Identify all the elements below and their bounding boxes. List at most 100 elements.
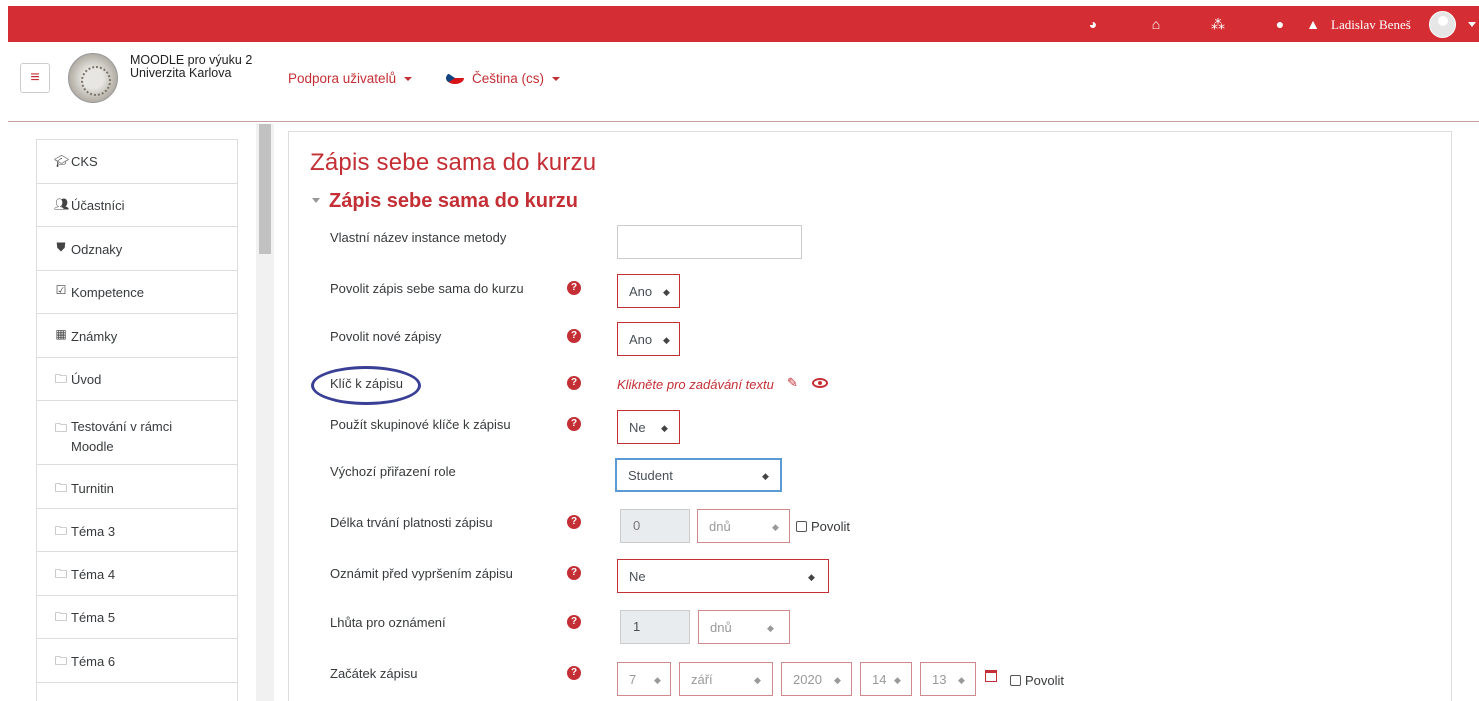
chat-icon[interactable]: ● xyxy=(1272,16,1288,32)
notify-select[interactable]: Ne ◆ xyxy=(617,559,829,593)
support-menu[interactable]: Podpora uživatelů xyxy=(288,71,413,86)
select-value: Student xyxy=(628,468,673,483)
chevron-down-icon xyxy=(552,77,561,82)
group-keys-select[interactable]: Ne ◆ xyxy=(617,410,680,444)
drawer-item-label: Známky xyxy=(71,329,118,344)
select-value: dnů xyxy=(709,519,731,534)
home-icon[interactable]: ⌂ xyxy=(1148,16,1164,32)
duration-input[interactable]: 0 xyxy=(620,509,690,543)
select-arrows-icon: ◆ xyxy=(663,287,670,297)
start-minute-select[interactable]: 13 ◆ xyxy=(920,662,976,696)
avatar[interactable] xyxy=(1429,11,1456,38)
drawer-item-badges[interactable]: ⛊ Odznaky xyxy=(37,227,237,271)
checkbox-box[interactable] xyxy=(796,521,807,532)
select-arrows-icon: ◆ xyxy=(754,675,761,685)
threshold-input[interactable]: 1 xyxy=(620,610,690,644)
start-year-select[interactable]: 2020 ◆ xyxy=(781,662,852,696)
eye-icon[interactable] xyxy=(812,378,828,388)
main-region xyxy=(288,131,1452,701)
select-value: 14 xyxy=(872,672,887,687)
instance-name-input[interactable] xyxy=(617,225,802,259)
start-hour-select[interactable]: 14 ◆ xyxy=(860,662,912,696)
help-icon[interactable]: ? xyxy=(567,329,581,343)
drawer-item-topic-6[interactable]: 🗀 Téma 6 xyxy=(37,639,237,683)
page-title: Zápis sebe sama do kurzu xyxy=(310,149,597,176)
duration-unit-select[interactable]: dnů ◆ xyxy=(697,509,790,543)
notify-label: Oznámit před vypršením zápisu xyxy=(330,566,513,581)
drawer-item-topic-4[interactable]: 🗀 Téma 4 xyxy=(37,552,237,596)
navbar: ≡ MOODLE pro výuku 2 Univerzita Karlova … xyxy=(8,42,1479,122)
section-title[interactable]: Zápis sebe sama do kurzu xyxy=(329,190,578,213)
language-menu[interactable]: Čeština (cs) xyxy=(446,71,561,86)
drawer-item-participants[interactable]: 👥︎ Účastníci xyxy=(37,184,237,227)
graduation-cap-icon: 🎓︎ xyxy=(54,154,70,168)
default-role-label: Výchozí přiřazení role xyxy=(330,464,456,479)
site-name[interactable]: MOODLE pro výuku 2 Univerzita Karlova xyxy=(130,54,252,80)
allow-new-select[interactable]: Ano ◆ xyxy=(617,322,680,356)
user-name[interactable]: Ladislav Beneš xyxy=(1331,17,1411,33)
allow-self-enrol-select[interactable]: Ano ◆ xyxy=(617,274,680,308)
folder-icon: 🗀 xyxy=(54,481,67,495)
help-icon[interactable]: ? xyxy=(567,376,581,390)
checkbox-box[interactable] xyxy=(1010,675,1021,686)
drawer-item-grades[interactable]: ▦ Známky xyxy=(37,314,237,358)
folder-icon: 🗀 xyxy=(54,421,67,435)
collapse-caret-icon[interactable] xyxy=(312,198,320,203)
drawer-item-label: Téma 4 xyxy=(71,567,116,582)
select-value: dnů xyxy=(710,620,732,635)
select-value: září xyxy=(691,672,713,687)
pencil-icon[interactable]: ✎ xyxy=(787,375,798,391)
select-arrows-icon: ◆ xyxy=(762,471,769,481)
folder-icon: 🗀 xyxy=(54,567,67,581)
drawer-item-label: Kompetence xyxy=(71,285,144,300)
drawer-item-testing[interactable]: 🗀 Testování v rámci Moodle xyxy=(37,401,237,465)
start-day-select[interactable]: 7 ◆ xyxy=(617,662,671,696)
calendar-icon[interactable] xyxy=(985,670,997,682)
drawer-item-topic-3[interactable]: 🗀 Téma 3 xyxy=(37,509,237,552)
drawer-item-label: CKS xyxy=(71,154,98,169)
select-arrows-icon: ◆ xyxy=(808,572,815,582)
drawer-item-label: Téma 5 xyxy=(71,610,116,625)
select-value: Ne xyxy=(629,569,646,584)
language-menu-label: Čeština (cs) xyxy=(472,71,545,86)
threshold-unit-select[interactable]: dnů ◆ xyxy=(698,610,790,644)
drawer-item-label: Téma 3 xyxy=(71,524,116,539)
hamburger-menu-button[interactable]: ≡ xyxy=(20,63,50,93)
folder-icon: 🗀 xyxy=(54,372,67,386)
default-role-select[interactable]: Student ◆ xyxy=(615,458,782,492)
drawer-item-intro[interactable]: 🗀 Úvod xyxy=(37,358,237,401)
checkbox-label: Povolit xyxy=(1025,673,1065,688)
allow-new-label: Povolit nové zápisy xyxy=(330,329,442,344)
select-arrows-icon: ◆ xyxy=(663,335,670,345)
threshold-label: Lhůta pro oznámení xyxy=(330,615,446,630)
start-label: Začátek zápisu xyxy=(330,666,418,681)
enrol-key-edit-link[interactable]: Klikněte pro zadávání textu xyxy=(617,377,774,392)
start-month-select[interactable]: září ◆ xyxy=(679,662,773,696)
start-enable-checkbox[interactable]: Povolit xyxy=(1010,673,1064,688)
users-icon: 👥︎ xyxy=(54,197,70,211)
bell-icon[interactable]: ▲ xyxy=(1305,16,1321,32)
cubes-icon[interactable]: ⁂ xyxy=(1210,16,1226,32)
dashboard-icon[interactable]: ◕ xyxy=(1085,16,1101,32)
help-icon[interactable]: ? xyxy=(567,615,581,629)
university-seal-logo[interactable] xyxy=(68,53,118,103)
help-icon[interactable]: ? xyxy=(567,281,581,295)
table-icon: ▦ xyxy=(55,327,67,341)
allow-self-enrol-label: Povolit zápis sebe sama do kurzu xyxy=(330,281,524,296)
drawer-item-competencies[interactable]: ☑ Kompetence xyxy=(37,271,237,314)
help-icon[interactable]: ? xyxy=(567,515,581,529)
select-value: 2020 xyxy=(793,672,822,687)
folder-icon: 🗀 xyxy=(54,524,67,538)
help-icon[interactable]: ? xyxy=(567,566,581,580)
instance-name-label: Vlastní název instance metody xyxy=(330,230,507,245)
duration-enable-checkbox[interactable]: Povolit xyxy=(796,519,850,534)
select-value: 13 xyxy=(932,672,947,687)
user-menu-caret-icon[interactable] xyxy=(1468,22,1476,27)
folder-icon: 🗀 xyxy=(54,610,67,624)
drawer-item-topic-5[interactable]: 🗀 Téma 5 xyxy=(37,596,237,639)
help-icon[interactable]: ? xyxy=(567,417,581,431)
drawer-item-turnitin[interactable]: 🗀 Turnitin xyxy=(37,465,237,509)
drawer-scrollbar-thumb[interactable] xyxy=(259,124,271,254)
help-icon[interactable]: ? xyxy=(567,666,581,680)
drawer-item-cks[interactable]: 🎓︎ CKS xyxy=(37,140,237,184)
